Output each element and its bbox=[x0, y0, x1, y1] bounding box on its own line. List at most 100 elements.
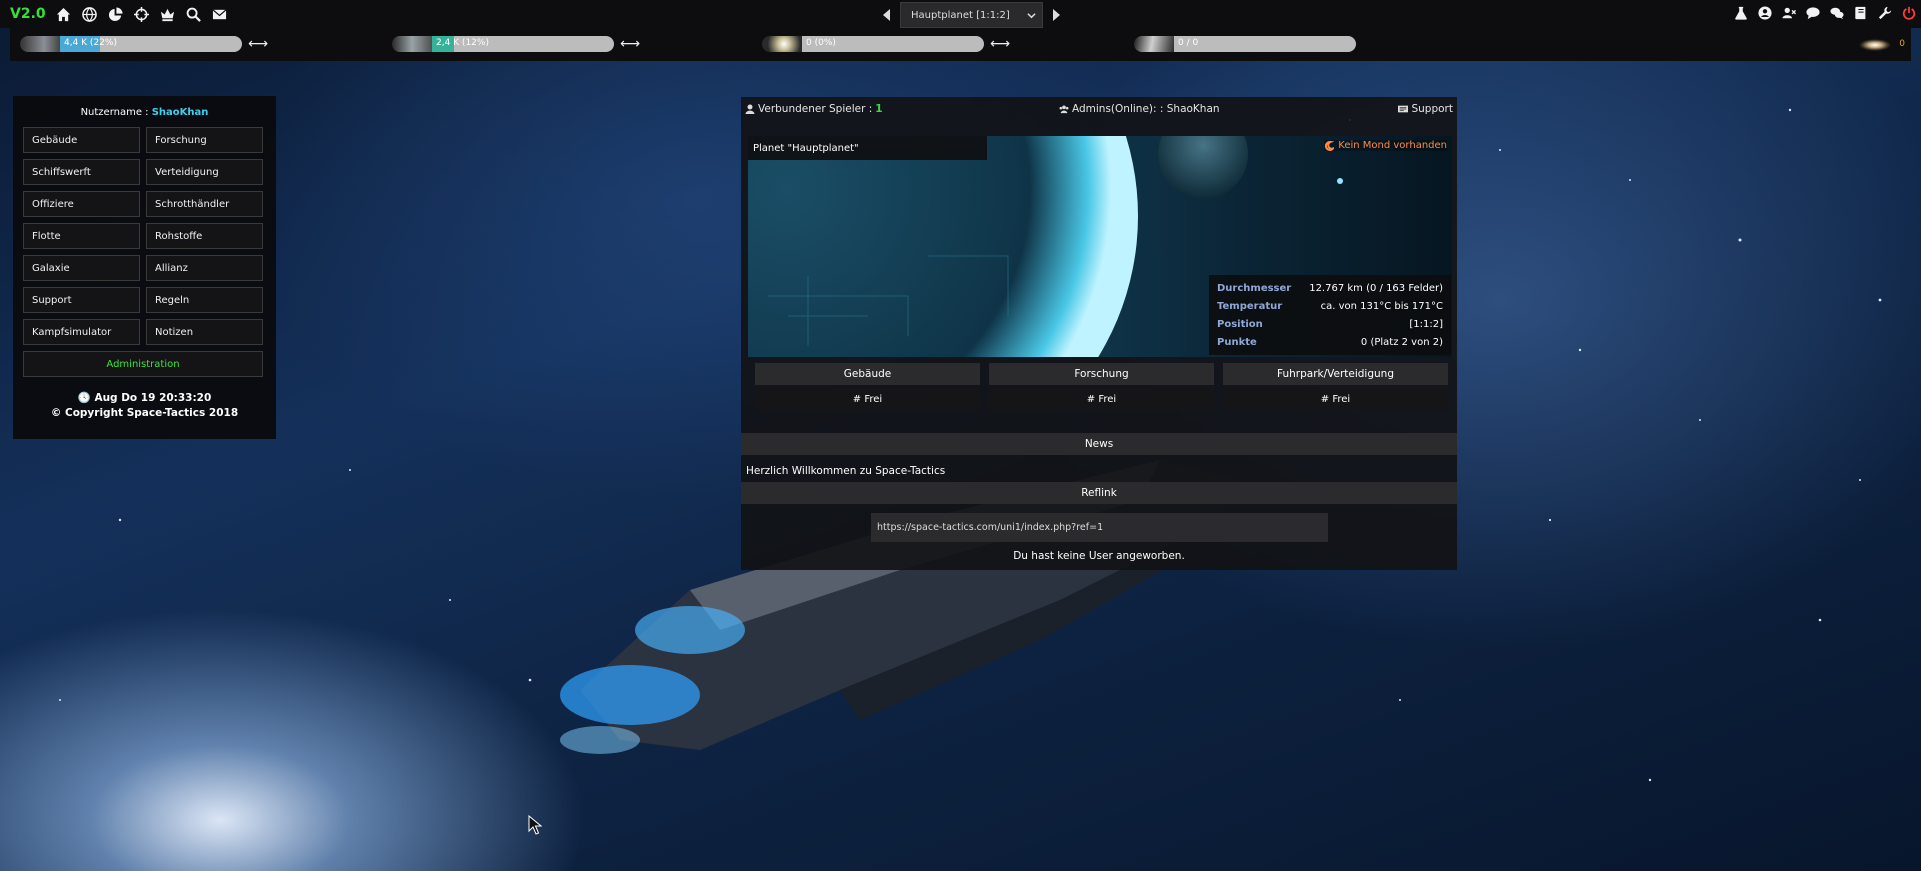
planet-info-row: Temperatur ca. von 131°C bis 171°C bbox=[1217, 297, 1443, 315]
home-icon[interactable] bbox=[54, 4, 74, 24]
connected-players-label: Verbundener Spieler : bbox=[758, 103, 873, 115]
users-icon bbox=[1059, 105, 1069, 114]
moon-status: Kein Mond vorhanden bbox=[1324, 140, 1447, 151]
queue-fleet-defense: Fuhrpark/Verteidigung # Frei bbox=[1223, 363, 1448, 410]
clock-icon: 🕓 bbox=[77, 392, 91, 404]
resource-crystal: 2,4 K (12%) ⟷ bbox=[392, 36, 640, 52]
deuterium-amount: 0 (0%) bbox=[806, 38, 836, 48]
info-key: Durchmesser bbox=[1217, 282, 1292, 294]
menu-verteidigung[interactable]: Verteidigung bbox=[146, 159, 263, 185]
info-value: ca. von 131°C bis 171°C bbox=[1320, 300, 1443, 312]
galaxy-value: 0 bbox=[1899, 39, 1905, 49]
deuterium-progress-bar: 0 (0%) bbox=[802, 36, 984, 52]
planet-info-row: Position [1:1:2] bbox=[1217, 315, 1443, 333]
search-icon[interactable] bbox=[184, 4, 204, 24]
menu-notizen[interactable]: Notizen bbox=[146, 319, 263, 345]
top-bar: V2.0 Hauptplanet [1:1:2] bbox=[0, 0, 1921, 28]
power-icon[interactable] bbox=[1899, 3, 1919, 23]
pie-chart-icon[interactable] bbox=[106, 4, 126, 24]
crown-icon[interactable] bbox=[158, 4, 178, 24]
menu-forschung[interactable]: Forschung bbox=[146, 127, 263, 153]
user-remove-icon[interactable] bbox=[1779, 3, 1799, 23]
connected-players-count: 1 bbox=[875, 103, 883, 115]
username-value[interactable]: ShaoKhan bbox=[152, 107, 209, 118]
menu-rohstoffe[interactable]: Rohstoffe bbox=[146, 223, 263, 249]
info-value: [1:1:2] bbox=[1409, 318, 1443, 330]
info-key: Punkte bbox=[1217, 336, 1257, 348]
admins-online-label: Admins(Online): : ShaoKhan bbox=[1072, 103, 1220, 115]
overview-panel: Verbundener Spieler : 1 Admins(Online): … bbox=[741, 97, 1457, 570]
previous-planet-arrow-icon[interactable] bbox=[880, 5, 894, 25]
menu-administration[interactable]: Administration bbox=[23, 351, 263, 377]
menu-allianz[interactable]: Allianz bbox=[146, 255, 263, 281]
menu-regeln[interactable]: Regeln bbox=[146, 287, 263, 313]
next-planet-arrow-icon[interactable] bbox=[1049, 5, 1063, 25]
menu-gebaeude[interactable]: Gebäude bbox=[23, 127, 140, 153]
top-right-icons bbox=[1731, 3, 1919, 23]
comments-icon[interactable] bbox=[1827, 3, 1847, 23]
menu-support[interactable]: Support bbox=[23, 287, 140, 313]
crystal-resource-icon bbox=[392, 36, 432, 52]
metal-progress-bar: 4,4 K (22%) bbox=[60, 36, 242, 52]
queue-status: Gebäude # Frei Forschung # Frei Fuhrpark… bbox=[755, 363, 1448, 410]
planet-navigation: Hauptplanet [1:1:2] bbox=[880, 2, 1063, 28]
wrench-icon[interactable] bbox=[1875, 3, 1895, 23]
overview-header: Verbundener Spieler : 1 Admins(Online): … bbox=[741, 97, 1457, 121]
menu-galaxie[interactable]: Galaxie bbox=[23, 255, 140, 281]
planet-info-row: Durchmesser 12.767 km (0 / 163 Felder) bbox=[1217, 279, 1443, 297]
news-header: News bbox=[741, 433, 1457, 455]
queue-title[interactable]: Fuhrpark/Verteidigung bbox=[1223, 363, 1448, 385]
crystal-transfer-icon[interactable]: ⟷ bbox=[620, 37, 640, 51]
energy-resource-icon bbox=[1134, 36, 1174, 52]
metal-amount: 4,4 K (22%) bbox=[64, 38, 117, 48]
resource-energy: 0 / 0 bbox=[1134, 36, 1356, 52]
datetime-row: 🕓 Aug Do 19 20:33:20 bbox=[13, 391, 276, 406]
menu-schrotthaendler[interactable]: Schrotthändler bbox=[146, 191, 263, 217]
username-label: Nutzername : bbox=[80, 107, 149, 118]
resource-bar: 4,4 K (22%) ⟷ 2,4 K (12%) ⟷ 0 (0%) ⟷ 0 /… bbox=[10, 28, 1911, 61]
user-icon bbox=[745, 104, 755, 114]
queue-title[interactable]: Gebäude bbox=[755, 363, 980, 385]
left-menu: Nutzername : ShaoKhan Gebäude Forschung … bbox=[13, 96, 276, 439]
energy-amount: 0 / 0 bbox=[1178, 38, 1199, 48]
menu-kampfsimulator[interactable]: Kampfsimulator bbox=[23, 319, 140, 345]
globe-icon[interactable] bbox=[80, 4, 100, 24]
deuterium-resource-icon bbox=[762, 36, 802, 52]
top-nav-icons bbox=[54, 4, 230, 24]
galaxy-icon[interactable] bbox=[1857, 34, 1893, 56]
chevron-down-icon bbox=[1027, 13, 1036, 19]
news-text: Herzlich Willkommen zu Space-Tactics bbox=[746, 465, 946, 477]
version-label: V2.0 bbox=[10, 6, 46, 22]
support-link[interactable]: Support bbox=[1398, 103, 1453, 115]
info-value: 12.767 km (0 / 163 Felder) bbox=[1309, 282, 1443, 294]
connected-players: Verbundener Spieler : 1 bbox=[745, 103, 883, 115]
menu-schiffswerft[interactable]: Schiffswerft bbox=[23, 159, 140, 185]
menu-grid: Gebäude Forschung Schiffswerft Verteidig… bbox=[23, 127, 276, 377]
reflink-input[interactable] bbox=[871, 513, 1328, 542]
crystal-progress-bar: 2,4 K (12%) bbox=[432, 36, 614, 52]
menu-flotte[interactable]: Flotte bbox=[23, 223, 140, 249]
info-value: 0 (Platz 2 von 2) bbox=[1360, 336, 1443, 348]
ticket-icon bbox=[1398, 105, 1409, 113]
info-key: Temperatur bbox=[1217, 300, 1283, 312]
planet-select[interactable]: Hauptplanet [1:1:2] bbox=[900, 2, 1043, 28]
envelope-icon[interactable] bbox=[210, 4, 230, 24]
admins-online: Admins(Online): : ShaoKhan bbox=[1059, 103, 1220, 115]
queue-status-text: # Frei bbox=[989, 388, 1214, 410]
info-key: Position bbox=[1217, 318, 1263, 330]
menu-offiziere[interactable]: Offiziere bbox=[23, 191, 140, 217]
queue-title[interactable]: Forschung bbox=[989, 363, 1214, 385]
copyright-text: © Copyright Space-Tactics 2018 bbox=[50, 407, 239, 419]
queue-status-text: # Frei bbox=[1223, 388, 1448, 410]
deuterium-transfer-icon[interactable]: ⟷ bbox=[990, 37, 1010, 51]
flask-icon[interactable] bbox=[1731, 3, 1751, 23]
server-clock: 🕓 Aug Do 19 20:33:20 © Copyright Space-T… bbox=[13, 391, 276, 421]
moon-status-text: Kein Mond vorhanden bbox=[1338, 140, 1447, 151]
user-circle-icon[interactable] bbox=[1755, 3, 1775, 23]
book-icon[interactable] bbox=[1851, 3, 1871, 23]
crosshair-icon[interactable] bbox=[132, 4, 152, 24]
comment-icon[interactable] bbox=[1803, 3, 1823, 23]
datetime-value: Aug Do 19 20:33:20 bbox=[94, 392, 212, 404]
queue-buildings: Gebäude # Frei bbox=[755, 363, 980, 410]
metal-transfer-icon[interactable]: ⟷ bbox=[248, 37, 268, 51]
